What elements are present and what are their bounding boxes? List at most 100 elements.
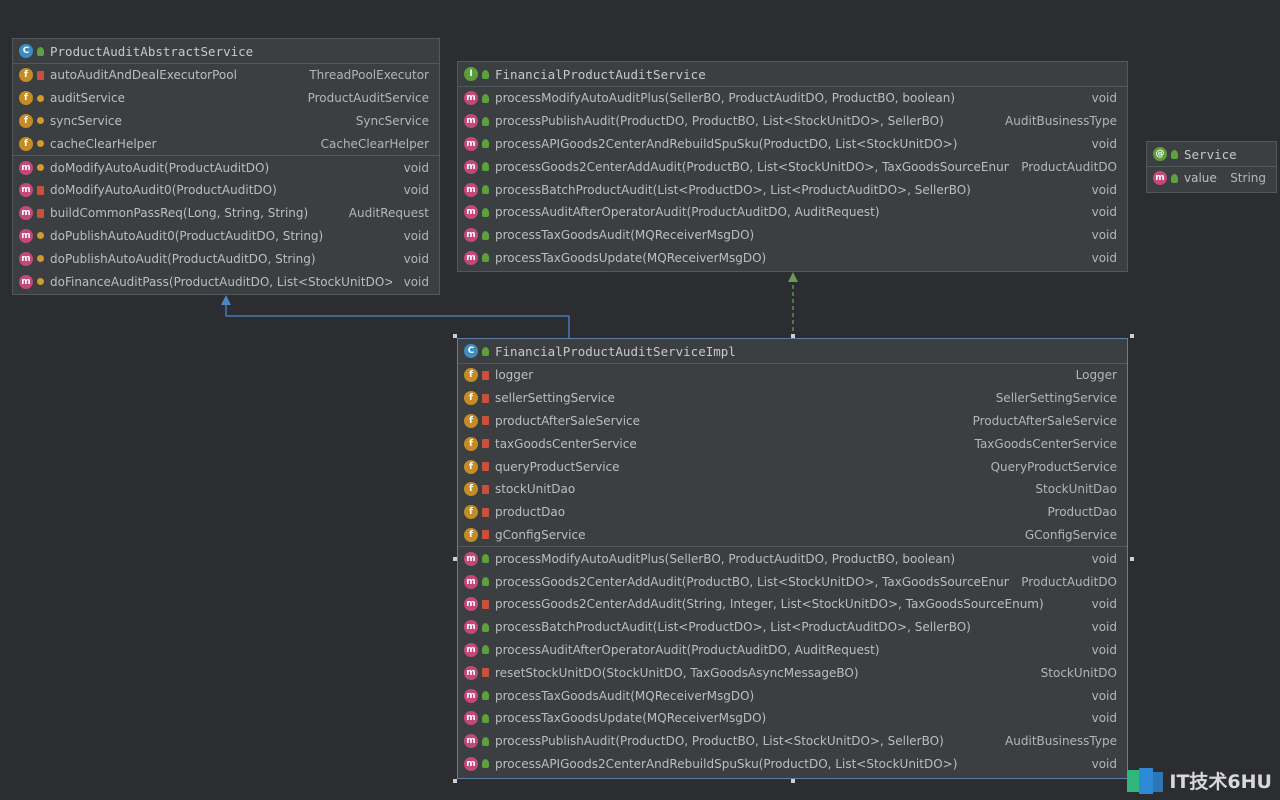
field-name: logger [495, 368, 534, 383]
method-row[interactable]: m buildCommonPassReq(Long, String, String… [13, 202, 439, 225]
method-row[interactable]: m processModifyAutoAuditPlus(SellerBO, Pr… [458, 87, 1127, 110]
method-return-type: void [403, 160, 429, 175]
field-row[interactable]: f productDao ProductDao [458, 501, 1127, 524]
resize-handle[interactable] [791, 334, 795, 338]
method-row[interactable]: m processGoods2CenterAddAudit(ProductBO, … [458, 155, 1127, 178]
public-icon [1171, 149, 1178, 159]
method-row[interactable]: m processAuditAfterOperatorAudit(ProductA… [458, 201, 1127, 224]
private-icon [37, 70, 44, 80]
public-icon [482, 93, 489, 103]
method-row[interactable]: m processTaxGoodsAudit(MQReceiverMsgDO) vo… [458, 224, 1127, 247]
method-name: processTaxGoodsAudit(MQReceiverMsgDO) [495, 228, 755, 243]
impl-service-header: C FinancialProductAuditServiceImpl [458, 339, 1127, 364]
private-icon [482, 462, 489, 472]
public-icon [482, 736, 489, 746]
service-annotation-header: @ Service [1147, 142, 1276, 167]
method-row[interactable]: m doModifyAutoAudit(ProductAuditDO) void [13, 156, 439, 179]
method-row[interactable]: m processTaxGoodsUpdate(MQReceiverMsgDO) v… [458, 247, 1127, 270]
field-row[interactable]: f gConfigService GConfigService [458, 524, 1127, 547]
public-icon [482, 645, 489, 655]
field-row[interactable]: f auditService ProductAuditService [13, 87, 439, 110]
public-icon [482, 691, 489, 701]
field-row[interactable]: f productAfterSaleService ProductAfterSale… [458, 410, 1127, 433]
method-row[interactable]: m processPublishAudit(ProductDO, ProductB… [458, 730, 1127, 753]
abstract-service-header: C ProductAuditAbstractService [13, 39, 439, 64]
method-row[interactable]: m processTaxGoodsUpdate(MQReceiverMsgDO) v… [458, 707, 1127, 730]
methods-section: m processModifyAutoAuditPlus(SellerBO, Pr… [458, 87, 1127, 269]
resize-handle[interactable] [1130, 334, 1134, 338]
method-return-type: void [1091, 711, 1117, 726]
method-icon: m [464, 228, 478, 243]
class-name: FinancialProductAuditServiceImpl [495, 343, 736, 359]
method-return-type: ProductAuditDO [1021, 159, 1117, 174]
method-icon: m [19, 228, 33, 243]
field-row[interactable]: f logger Logger [458, 364, 1127, 387]
method-name: processModifyAutoAuditPlus(SellerBO, Pro… [495, 551, 956, 566]
field-name: queryProductService [495, 459, 620, 474]
service-annotation-node[interactable]: @ Service m value() String [1146, 141, 1277, 193]
resize-handle[interactable] [1130, 557, 1134, 561]
field-row[interactable]: f syncService SyncService [13, 110, 439, 133]
abstract-service-node[interactable]: C ProductAuditAbstractService f autoAudit… [12, 38, 440, 295]
interface-service-node[interactable]: I FinancialProductAuditService m processM… [457, 61, 1128, 272]
protected-icon [37, 140, 44, 148]
field-type: Logger [1075, 368, 1117, 383]
resize-handle[interactable] [453, 779, 457, 783]
method-name: doModifyAutoAudit0(ProductAuditDO) [50, 183, 277, 198]
public-icon [482, 139, 489, 149]
method-name: doModifyAutoAudit(ProductAuditDO) [50, 160, 270, 175]
interface-name: FinancialProductAuditService [495, 66, 706, 82]
field-row[interactable]: f stockUnitDao StockUnitDao [458, 478, 1127, 501]
extends-arrowhead [221, 295, 231, 305]
field-name: productDao [495, 505, 566, 520]
field-row[interactable]: f queryProductService QueryProductService [458, 455, 1127, 478]
field-icon: f [19, 113, 33, 128]
method-row[interactable]: m processGoods2CenterAddAudit(ProductBO, … [458, 570, 1127, 593]
method-return-type: void [1091, 250, 1117, 265]
protected-icon [37, 232, 44, 240]
method-row[interactable]: m processPublishAudit(ProductDO, ProductB… [458, 110, 1127, 133]
method-row[interactable]: m processGoods2CenterAddAudit(String, Int… [458, 593, 1127, 616]
method-row[interactable]: m processAuditAfterOperatorAudit(ProductA… [458, 639, 1127, 662]
public-icon [482, 185, 489, 195]
method-row[interactable]: m processBatchProductAudit(List<ProductDO… [458, 178, 1127, 201]
field-row[interactable]: f sellerSettingService SellerSettingServic… [458, 387, 1127, 410]
field-name: autoAuditAndDealExecutorPool [50, 68, 237, 83]
public-icon [482, 207, 489, 217]
method-row[interactable]: m processBatchProductAudit(List<ProductDO… [458, 616, 1127, 639]
method-name: value() [1184, 171, 1218, 186]
method-row[interactable]: m processAPIGoods2CenterAndRebuildSpuSku(… [458, 133, 1127, 156]
method-row[interactable]: m doModifyAutoAudit0(ProductAuditDO) void [13, 179, 439, 202]
method-row[interactable]: m doPublishAutoAudit0(ProductAuditDO, Str… [13, 225, 439, 248]
method-row[interactable]: m doFinanceAuditPass(ProductAuditDO, List… [13, 270, 439, 293]
private-icon [482, 484, 489, 494]
field-row[interactable]: f taxGoodsCenterService TaxGoodsCenterServ… [458, 432, 1127, 455]
method-row[interactable]: m processAPIGoods2CenterAndRebuildSpuSku(… [458, 753, 1127, 776]
uml-diagram-canvas[interactable]: C ProductAuditAbstractService f autoAudit… [0, 0, 1280, 800]
method-row[interactable]: m processTaxGoodsAudit(MQReceiverMsgDO) vo… [458, 684, 1127, 707]
method-icon: m [464, 597, 478, 612]
field-row[interactable]: f autoAuditAndDealExecutorPool ThreadPoolE… [13, 64, 439, 87]
method-name: resetStockUnitDO(StockUnitDO, TaxGoodsAs… [495, 665, 859, 680]
method-name: processPublishAudit(ProductDO, ProductBO… [495, 114, 944, 129]
field-icon: f [464, 391, 478, 406]
method-row[interactable]: m processModifyAutoAuditPlus(SellerBO, Pr… [458, 547, 1127, 570]
method-row[interactable]: m resetStockUnitDO(StockUnitDO, TaxGoodsA… [458, 661, 1127, 684]
resize-handle[interactable] [453, 557, 457, 561]
impl-service-node[interactable]: C FinancialProductAuditServiceImpl f logg… [457, 338, 1128, 779]
field-row[interactable]: f cacheClearHelper CacheClearHelper [13, 132, 439, 155]
method-return-type: void [1091, 756, 1117, 771]
resize-handle[interactable] [453, 334, 457, 338]
class-icon: C [464, 344, 478, 358]
methods-section: m value() String [1147, 167, 1276, 190]
method-row[interactable]: m doPublishAutoAudit(ProductAuditDO, Stri… [13, 247, 439, 270]
method-icon: m [1153, 171, 1167, 186]
field-type: StockUnitDao [1035, 482, 1117, 497]
field-type: ProductDao [1047, 505, 1118, 520]
method-row[interactable]: m value() String [1147, 167, 1276, 190]
resize-handle[interactable] [791, 779, 795, 783]
public-icon [482, 116, 489, 126]
field-name: stockUnitDao [495, 482, 576, 497]
interface-icon: I [464, 67, 478, 81]
field-icon: f [464, 459, 478, 474]
